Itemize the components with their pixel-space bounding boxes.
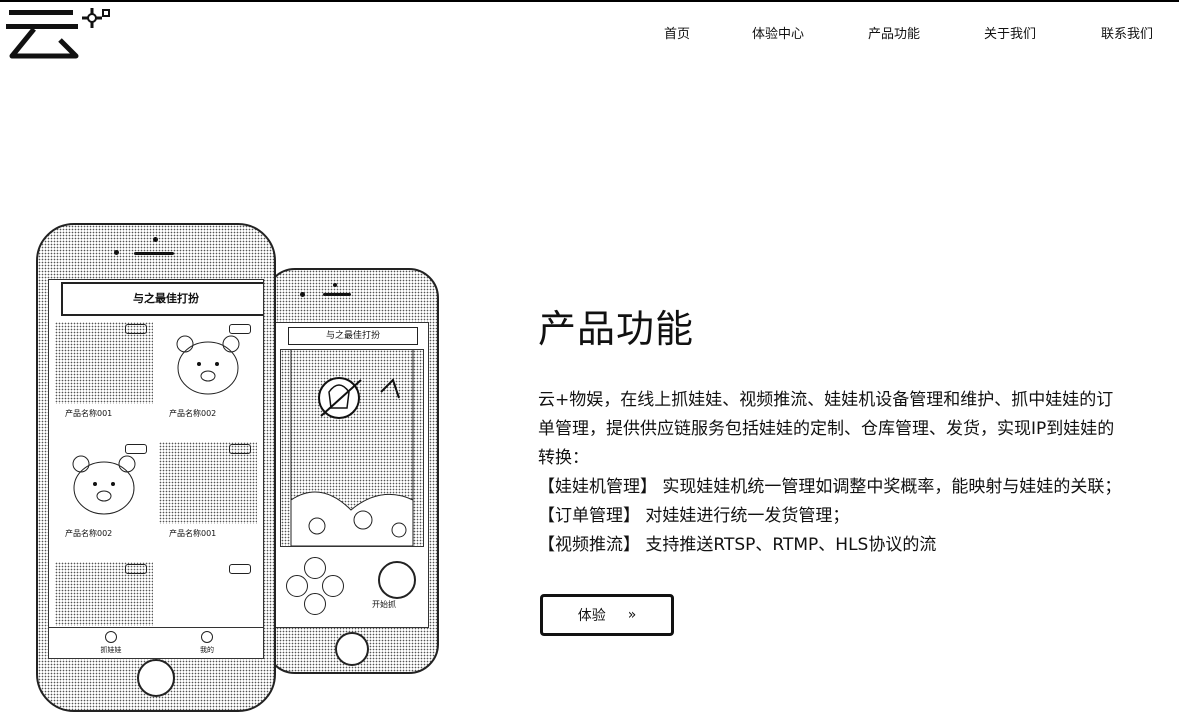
- product-image: [55, 442, 153, 524]
- screen-title: 与之最佳打扮: [288, 327, 418, 345]
- product-badge: [229, 324, 251, 334]
- product-image: [159, 442, 257, 524]
- arrow-right-icon: »: [627, 607, 637, 623]
- tab-mine[interactable]: 我的: [182, 631, 232, 655]
- control-left-button[interactable]: [286, 575, 308, 597]
- nav-home[interactable]: 首页: [664, 23, 690, 42]
- phone-sensor: [333, 283, 337, 287]
- phone-speaker: [323, 293, 351, 296]
- product-name: 产品名称001: [169, 529, 217, 538]
- product-badge: [229, 444, 251, 454]
- control-right-button[interactable]: [322, 575, 344, 597]
- user-tab-icon: [201, 631, 213, 643]
- tab-label: 我的: [200, 646, 214, 654]
- tab-label: 抓娃娃: [100, 646, 122, 654]
- control-up-button[interactable]: [304, 557, 326, 579]
- product-image: [159, 322, 257, 404]
- feature-line: 【订单管理】 对娃娃进行统一发货管理；: [538, 506, 850, 526]
- product-badge: [125, 444, 147, 454]
- nav-about-us[interactable]: 关于我们: [984, 23, 1036, 42]
- nav-experience-center[interactable]: 体验中心: [752, 23, 804, 42]
- screen-title: 与之最佳打扮: [61, 282, 263, 316]
- claw-tab-icon: [105, 631, 117, 643]
- product-badge: [229, 564, 251, 574]
- feature-line: 【视频推流】 支持推送RTSP、RTMP、HLS协议的流: [538, 535, 937, 555]
- product-card[interactable]: 产品名称001: [159, 442, 257, 542]
- product-list-screen: 与之最佳打扮 产品名称001 产品名称002 产品名称002 产品名称001 抓…: [48, 279, 264, 659]
- phone-speaker: [134, 252, 174, 255]
- logo-icon[interactable]: [6, 4, 112, 62]
- grab-label: 开始抓: [372, 600, 396, 609]
- product-name: 产品名称001: [65, 409, 113, 418]
- home-button: [335, 632, 369, 666]
- claw-machine-view: [280, 349, 424, 547]
- description-line: 转换：: [538, 448, 589, 468]
- phone-mockup-back: 与之最佳打扮 开始抓: [265, 268, 439, 674]
- page-title: 产品功能: [538, 307, 695, 351]
- product-badge: [125, 324, 147, 334]
- phone-camera: [114, 250, 119, 255]
- product-badge: [125, 564, 147, 574]
- experience-button-label: 体验: [577, 608, 606, 624]
- product-card[interactable]: 产品名称002: [159, 322, 257, 422]
- product-name: 产品名称002: [169, 409, 217, 418]
- product-card[interactable]: 产品名称001: [55, 322, 153, 422]
- claw-game-screen: 与之最佳打扮 开始抓: [275, 322, 429, 628]
- nav-contact-us[interactable]: 联系我们: [1101, 23, 1153, 42]
- product-card[interactable]: 产品名称002: [55, 442, 153, 542]
- phone-mockup-front: 与之最佳打扮 产品名称001 产品名称002 产品名称002 产品名称001 抓…: [36, 223, 276, 712]
- grab-button[interactable]: [378, 561, 416, 599]
- product-name: 产品名称002: [65, 529, 113, 538]
- control-down-button[interactable]: [304, 593, 326, 615]
- product-image: [55, 322, 153, 404]
- bear-icon: [72, 455, 136, 515]
- experience-button[interactable]: 体验 »: [540, 594, 674, 636]
- bear-icon: [176, 335, 240, 395]
- top-border: [0, 0, 1179, 2]
- claw-icon: [290, 350, 414, 547]
- phone-camera: [300, 292, 305, 297]
- nav-product-features[interactable]: 产品功能: [868, 23, 920, 42]
- tab-claw[interactable]: 抓娃娃: [86, 631, 136, 655]
- description-line: 单管理，提供供应链服务包括娃娃的定制、仓库管理、发货，实现IP到娃娃的: [538, 419, 1115, 439]
- home-button: [137, 659, 175, 697]
- feature-line: 【娃娃机管理】 实现娃娃机统一管理如调整中奖概率，能映射与娃娃的关联；: [538, 477, 1122, 497]
- phone-sensor: [153, 237, 158, 242]
- game-controls: 开始抓: [280, 555, 422, 619]
- tab-bar: 抓娃娃 我的: [49, 627, 263, 658]
- product-description: 云+物娱，在线上抓娃娃、视频推流、娃娃机设备管理和维护、抓中娃娃的订 单管理，提…: [538, 386, 1158, 560]
- description-line: 云+物娱，在线上抓娃娃、视频推流、娃娃机设备管理和维护、抓中娃娃的订: [538, 390, 1114, 410]
